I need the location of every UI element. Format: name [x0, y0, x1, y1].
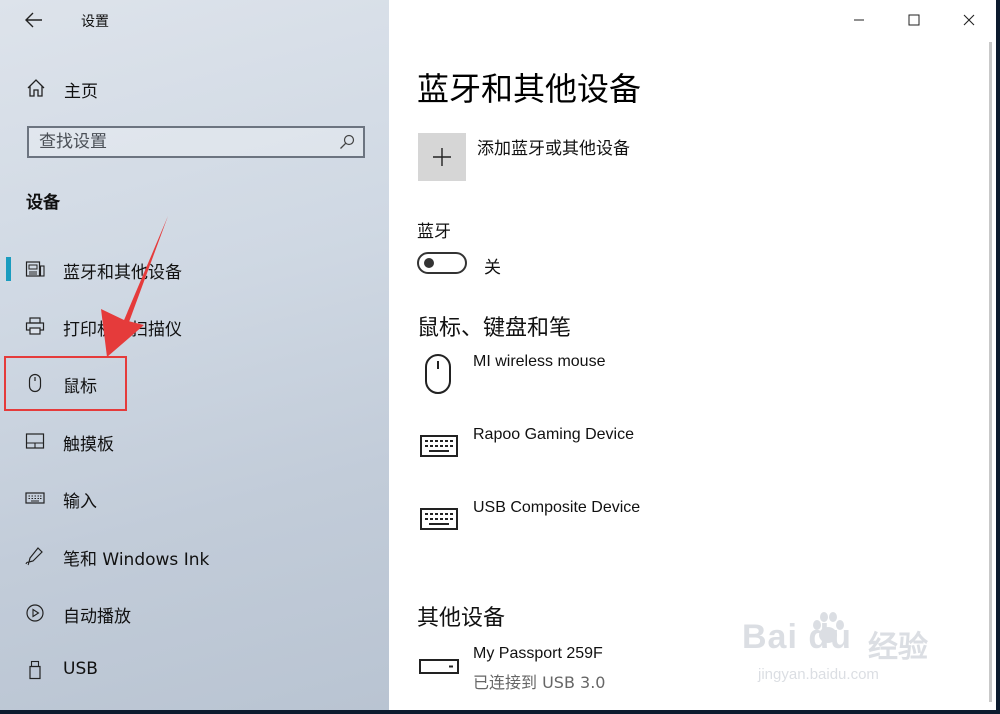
section-title: 设备: [26, 193, 60, 213]
search-box: [27, 126, 365, 158]
bluetooth-toggle[interactable]: [417, 252, 467, 274]
printer-icon: [25, 317, 45, 335]
scrollbar[interactable]: [989, 42, 992, 702]
home-icon: [27, 79, 45, 97]
sidebar-item-home[interactable]: 主页: [0, 68, 389, 108]
main-content: 蓝牙和其他设备 添加蓝牙或其他设备 蓝牙 关 鼠标、键盘和笔 MI wirele…: [389, 0, 996, 710]
sidebar-item-bluetooth[interactable]: 蓝牙和其他设备: [0, 247, 389, 291]
back-arrow-icon: [25, 12, 42, 28]
sidebar-item-label: 蓝牙和其他设备: [63, 263, 182, 283]
sidebar-item-label: 主页: [64, 82, 98, 102]
close-button[interactable]: [941, 0, 996, 40]
device-item-rapoo[interactable]: Rapoo Gaming Device: [417, 426, 977, 486]
back-button[interactable]: [16, 4, 52, 36]
watermark-label: 经验: [868, 630, 928, 665]
keyboard-icon: [420, 435, 458, 457]
drive-icon: [419, 659, 459, 674]
device-status: 已连接到 USB 3.0: [473, 673, 606, 692]
sidebar-item-label: 打印机和扫描仪: [63, 320, 182, 340]
sidebar-item-label: USB: [63, 659, 98, 679]
toggle-knob: [424, 258, 434, 268]
plus-icon: [433, 148, 451, 166]
sidebar: 设置 主页 设备 蓝牙和其他设备: [0, 0, 389, 710]
minimize-button[interactable]: [831, 0, 886, 40]
autoplay-icon: [26, 604, 44, 622]
sidebar-item-typing[interactable]: 输入: [0, 476, 389, 520]
sidebar-item-printers[interactable]: 打印机和扫描仪: [0, 304, 389, 348]
sidebar-item-label: 触摸板: [63, 435, 114, 455]
device-item-usb-composite[interactable]: USB Composite Device: [417, 499, 977, 559]
selected-indicator: [6, 257, 11, 281]
maximize-icon: [908, 14, 919, 26]
page-title: 蓝牙和其他设备: [417, 70, 642, 108]
sidebar-item-label: 笔和 Windows Ink: [63, 550, 210, 570]
maximize-button[interactable]: [886, 0, 941, 40]
app-title: 设置: [81, 14, 109, 30]
baidu-watermark: Bai du 经验 jingyan.baidu.com: [742, 608, 942, 698]
bluetooth-label: 蓝牙: [417, 222, 451, 242]
watermark-url: jingyan.baidu.com: [758, 666, 879, 683]
settings-window: 设置 主页 设备 蓝牙和其他设备: [0, 0, 996, 710]
add-device-label[interactable]: 添加蓝牙或其他设备: [477, 134, 630, 159]
keyboard-icon: [25, 492, 45, 504]
touchpad-icon: [25, 433, 45, 449]
keyboard-icon: [420, 508, 458, 530]
bluetooth-state-label: 关: [484, 258, 501, 278]
paw-icon: [813, 612, 844, 643]
group-title-other-devices: 其他设备: [417, 606, 506, 631]
sidebar-item-pen[interactable]: 笔和 Windows Ink: [0, 534, 389, 578]
add-device-button[interactable]: [418, 133, 466, 181]
usb-icon: [29, 660, 41, 680]
device-name: Rapoo Gaming Device: [473, 426, 634, 443]
device-item-mouse[interactable]: MI wireless mouse: [417, 353, 977, 413]
window-controls: [831, 0, 996, 40]
title-bar: 设置: [0, 0, 389, 40]
mouse-icon: [425, 354, 451, 394]
device-name: USB Composite Device: [473, 499, 641, 516]
annotation-highlight-box: [4, 356, 127, 411]
sidebar-item-label: 输入: [63, 492, 97, 512]
search-icon[interactable]: [339, 134, 355, 150]
sidebar-item-autoplay[interactable]: 自动播放: [0, 591, 389, 635]
close-icon: [963, 14, 974, 26]
sidebar-item-label: 自动播放: [63, 607, 131, 627]
bluetooth-devices-icon: [25, 261, 45, 277]
device-name: MI wireless mouse: [473, 353, 606, 370]
group-title-input-devices: 鼠标、键盘和笔: [417, 316, 572, 341]
device-name: My Passport 259F: [473, 645, 603, 662]
minimize-icon: [853, 19, 864, 21]
sidebar-item-touchpad[interactable]: 触摸板: [0, 419, 389, 463]
search-input[interactable]: [39, 131, 329, 153]
pen-icon: [25, 547, 43, 566]
sidebar-item-usb[interactable]: USB: [0, 648, 389, 692]
